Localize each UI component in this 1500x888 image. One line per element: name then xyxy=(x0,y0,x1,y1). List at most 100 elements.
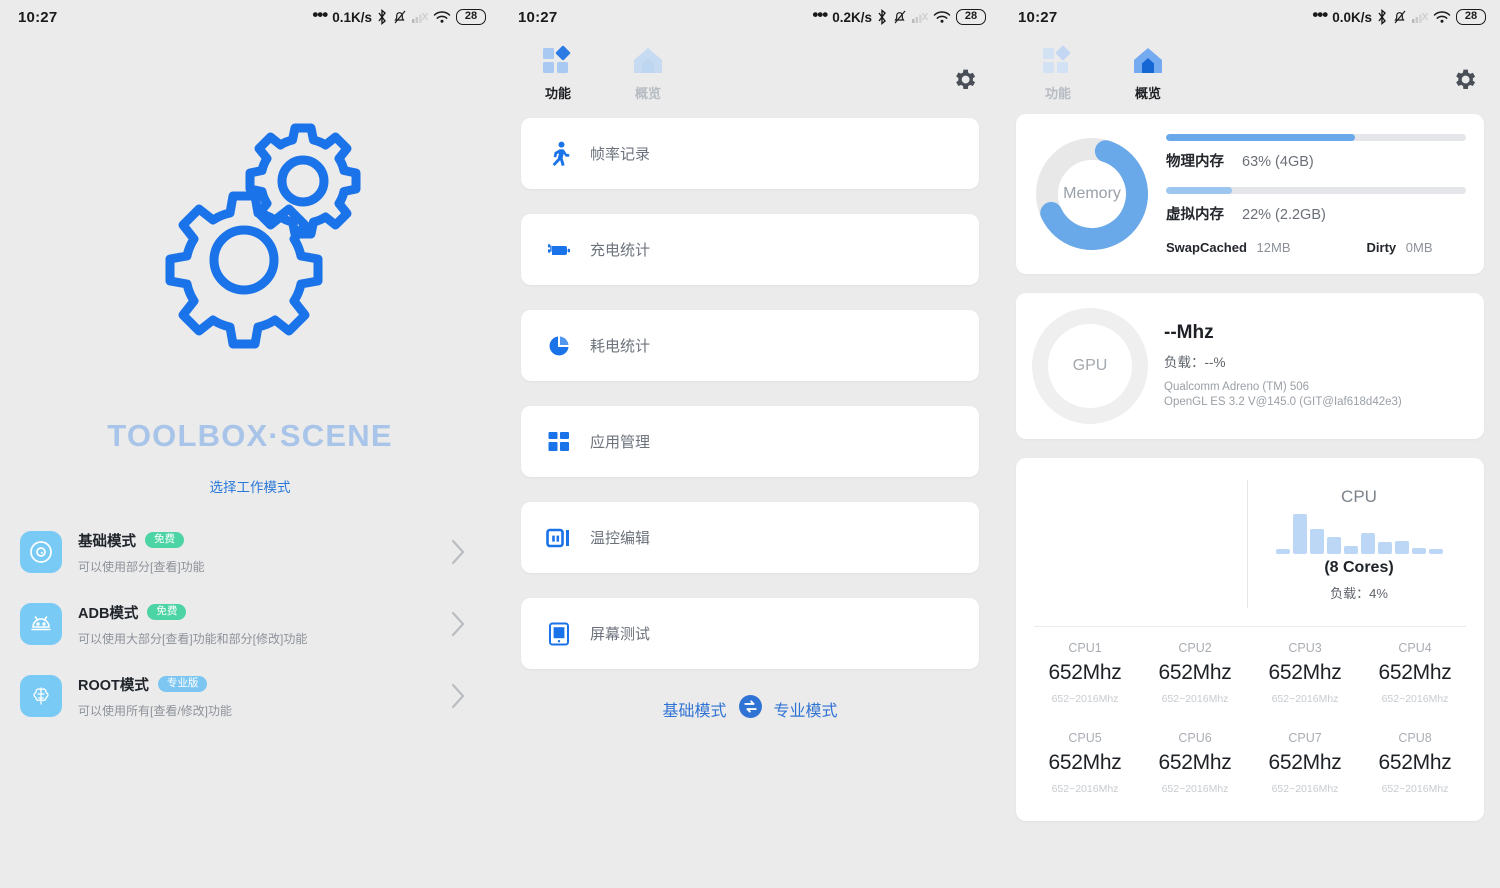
core-range: 652~2016Mhz xyxy=(1250,693,1360,705)
tab-functions[interactable]: 功能 xyxy=(526,44,590,102)
core-frequency: 652Mhz xyxy=(1250,661,1360,685)
mode-description: 可以使用大部分[查看]功能和部分[修改]功能 xyxy=(78,630,450,647)
switcher-left-label: 基础模式 xyxy=(662,697,726,721)
signal-none-icon xyxy=(412,10,428,24)
cpu-core-grid: CPU1 652Mhz 652~2016Mhz CPU2 652Mhz 652~… xyxy=(1030,627,1470,807)
cpu-sparkline-chart xyxy=(1276,514,1443,554)
battery-badge: 28 xyxy=(456,9,486,25)
tabbar-right: 功能 概览 xyxy=(1000,34,1500,102)
cpu-card-left-spacer xyxy=(1030,474,1247,614)
memory-card: Memory 物理内存 63% (4GB) 虚拟内存 22% xyxy=(1016,114,1484,274)
core-frequency: 652Mhz xyxy=(1030,751,1140,775)
mute-bell-icon xyxy=(1393,9,1407,25)
bluetooth-icon xyxy=(1377,9,1388,25)
core-range: 652~2016Mhz xyxy=(1360,783,1470,795)
core-frequency: 652Mhz xyxy=(1360,661,1470,685)
core-range: 652~2016Mhz xyxy=(1140,693,1250,705)
physical-memory-bar xyxy=(1166,134,1466,141)
chevron-right-icon xyxy=(450,682,466,710)
core-range: 652~2016Mhz xyxy=(1250,783,1360,795)
list-item-label: 屏幕测试 xyxy=(590,623,650,644)
gpu-card: GPU --Mhz 负载：--% Qualcomm Adreno (TM) 50… xyxy=(1016,293,1484,439)
list-item-thermal-edit[interactable]: 温控编辑 xyxy=(521,502,979,573)
mode-list: 基础模式 免费 可以使用部分[查看]功能 xyxy=(0,516,500,732)
core-frequency: 652Mhz xyxy=(1140,661,1250,685)
status-bar-middle: 10:27 ••• 0.2K/s 28 xyxy=(500,0,1000,34)
mode-switcher[interactable]: 基础模式 专业模式 xyxy=(500,694,1000,724)
mode-item-basic[interactable]: 基础模式 免费 可以使用部分[查看]功能 xyxy=(20,516,482,588)
core-frequency: 652Mhz xyxy=(1360,751,1470,775)
tab-label: 概览 xyxy=(635,83,661,102)
swap-icon[interactable] xyxy=(738,694,763,724)
mute-bell-icon xyxy=(393,9,407,25)
tab-overview[interactable]: 概览 xyxy=(1116,44,1180,102)
list-item-charging[interactable]: 充电统计 xyxy=(521,214,979,285)
cpu-load: 负载：4% xyxy=(1330,583,1388,602)
core-name: CPU2 xyxy=(1140,641,1250,655)
mute-bell-icon xyxy=(893,9,907,25)
mode-item-root[interactable]: ROOT模式 专业版 可以使用所有[查看/修改]功能 xyxy=(20,660,482,732)
bluetooth-icon xyxy=(877,9,888,25)
wifi-icon xyxy=(933,10,951,24)
function-list: 帧率记录 充电统计 xyxy=(500,102,1000,669)
virtual-memory-bar xyxy=(1166,187,1466,194)
left-panel: 10:27 ••• 0.1K/s 28 xyxy=(0,0,500,888)
page-title: TOOLBOX·SCENE xyxy=(0,418,500,454)
status-bar-left: 10:27 ••• 0.1K/s 28 xyxy=(0,0,500,34)
list-item-power-stats[interactable]: 耗电统计 xyxy=(521,310,979,381)
gpu-frequency: --Mhz xyxy=(1164,322,1402,344)
cpu-core-cell: CPU1 652Mhz 652~2016Mhz xyxy=(1030,627,1140,717)
list-item-label: 应用管理 xyxy=(590,431,650,452)
cpu-core-cell: CPU7 652Mhz 652~2016Mhz xyxy=(1250,717,1360,807)
android-icon xyxy=(20,603,62,645)
cpu-core-cell: CPU3 652Mhz 652~2016Mhz xyxy=(1250,627,1360,717)
gears-icon xyxy=(115,114,385,384)
chevron-right-icon xyxy=(450,538,466,566)
core-range: 652~2016Mhz xyxy=(1360,693,1470,705)
network-dots-icon: ••• xyxy=(812,5,827,25)
signal-none-icon xyxy=(1412,10,1428,24)
gpu-model: Qualcomm Adreno (TM) 506 xyxy=(1164,380,1402,395)
memory-ring-label: Memory xyxy=(1032,134,1152,254)
gpu-ring-label: GPU xyxy=(1032,308,1148,424)
battery-badge: 28 xyxy=(956,9,986,25)
brain-icon xyxy=(20,675,62,717)
network-dots-icon: ••• xyxy=(1312,5,1327,25)
app-logo xyxy=(0,114,500,384)
right-panel: 10:27 ••• 0.0K/s 28 xyxy=(1000,0,1500,888)
apps-grid-icon xyxy=(544,430,574,454)
bluetooth-icon xyxy=(377,9,388,25)
mode-item-adb[interactable]: ADB模式 免费 可以使用大部分[查看]功能和部分[修改]功能 xyxy=(20,588,482,660)
settings-button[interactable] xyxy=(1451,66,1478,98)
core-name: CPU4 xyxy=(1360,641,1470,655)
list-item-screen-test[interactable]: 屏幕测试 xyxy=(521,598,979,669)
physical-memory-label: 物理内存 xyxy=(1166,150,1224,171)
dirty-label: Dirty xyxy=(1367,240,1397,255)
virtual-memory-label: 虚拟内存 xyxy=(1166,203,1224,224)
virtual-memory-value: 22% (2.2GB) xyxy=(1242,207,1326,223)
cpu-core-cell: CPU5 652Mhz 652~2016Mhz xyxy=(1030,717,1140,807)
list-item-app-manage[interactable]: 应用管理 xyxy=(521,406,979,477)
chevron-right-icon xyxy=(450,610,466,638)
status-badge: 专业版 xyxy=(158,676,208,692)
screen-root: 10:27 ••• 0.1K/s 28 xyxy=(0,0,1500,888)
screen-icon xyxy=(544,622,574,646)
core-name: CPU8 xyxy=(1360,731,1470,745)
tab-overview[interactable]: 概览 xyxy=(616,44,680,102)
list-item-label: 耗电统计 xyxy=(590,335,650,356)
cpu-core-cell: CPU4 652Mhz 652~2016Mhz xyxy=(1360,627,1470,717)
middle-panel: 10:27 ••• 0.2K/s 28 xyxy=(500,0,1000,888)
battery-badge: 28 xyxy=(1456,9,1486,25)
grid-diamond-icon xyxy=(539,44,577,78)
settings-button[interactable] xyxy=(951,66,978,98)
signal-none-icon xyxy=(912,10,928,24)
mode-description: 可以使用所有[查看/修改]功能 xyxy=(78,702,450,719)
wifi-icon xyxy=(433,10,451,24)
switcher-right-label: 专业模式 xyxy=(774,697,838,721)
tab-functions[interactable]: 功能 xyxy=(1026,44,1090,102)
cpu-core-cell: CPU6 652Mhz 652~2016Mhz xyxy=(1140,717,1250,807)
memory-donut-chart: Memory xyxy=(1032,134,1152,254)
physical-memory-value: 63% (4GB) xyxy=(1242,154,1314,170)
list-item-framerate[interactable]: 帧率记录 xyxy=(521,118,979,189)
mode-select-subtitle: 选择工作模式 xyxy=(0,476,500,496)
